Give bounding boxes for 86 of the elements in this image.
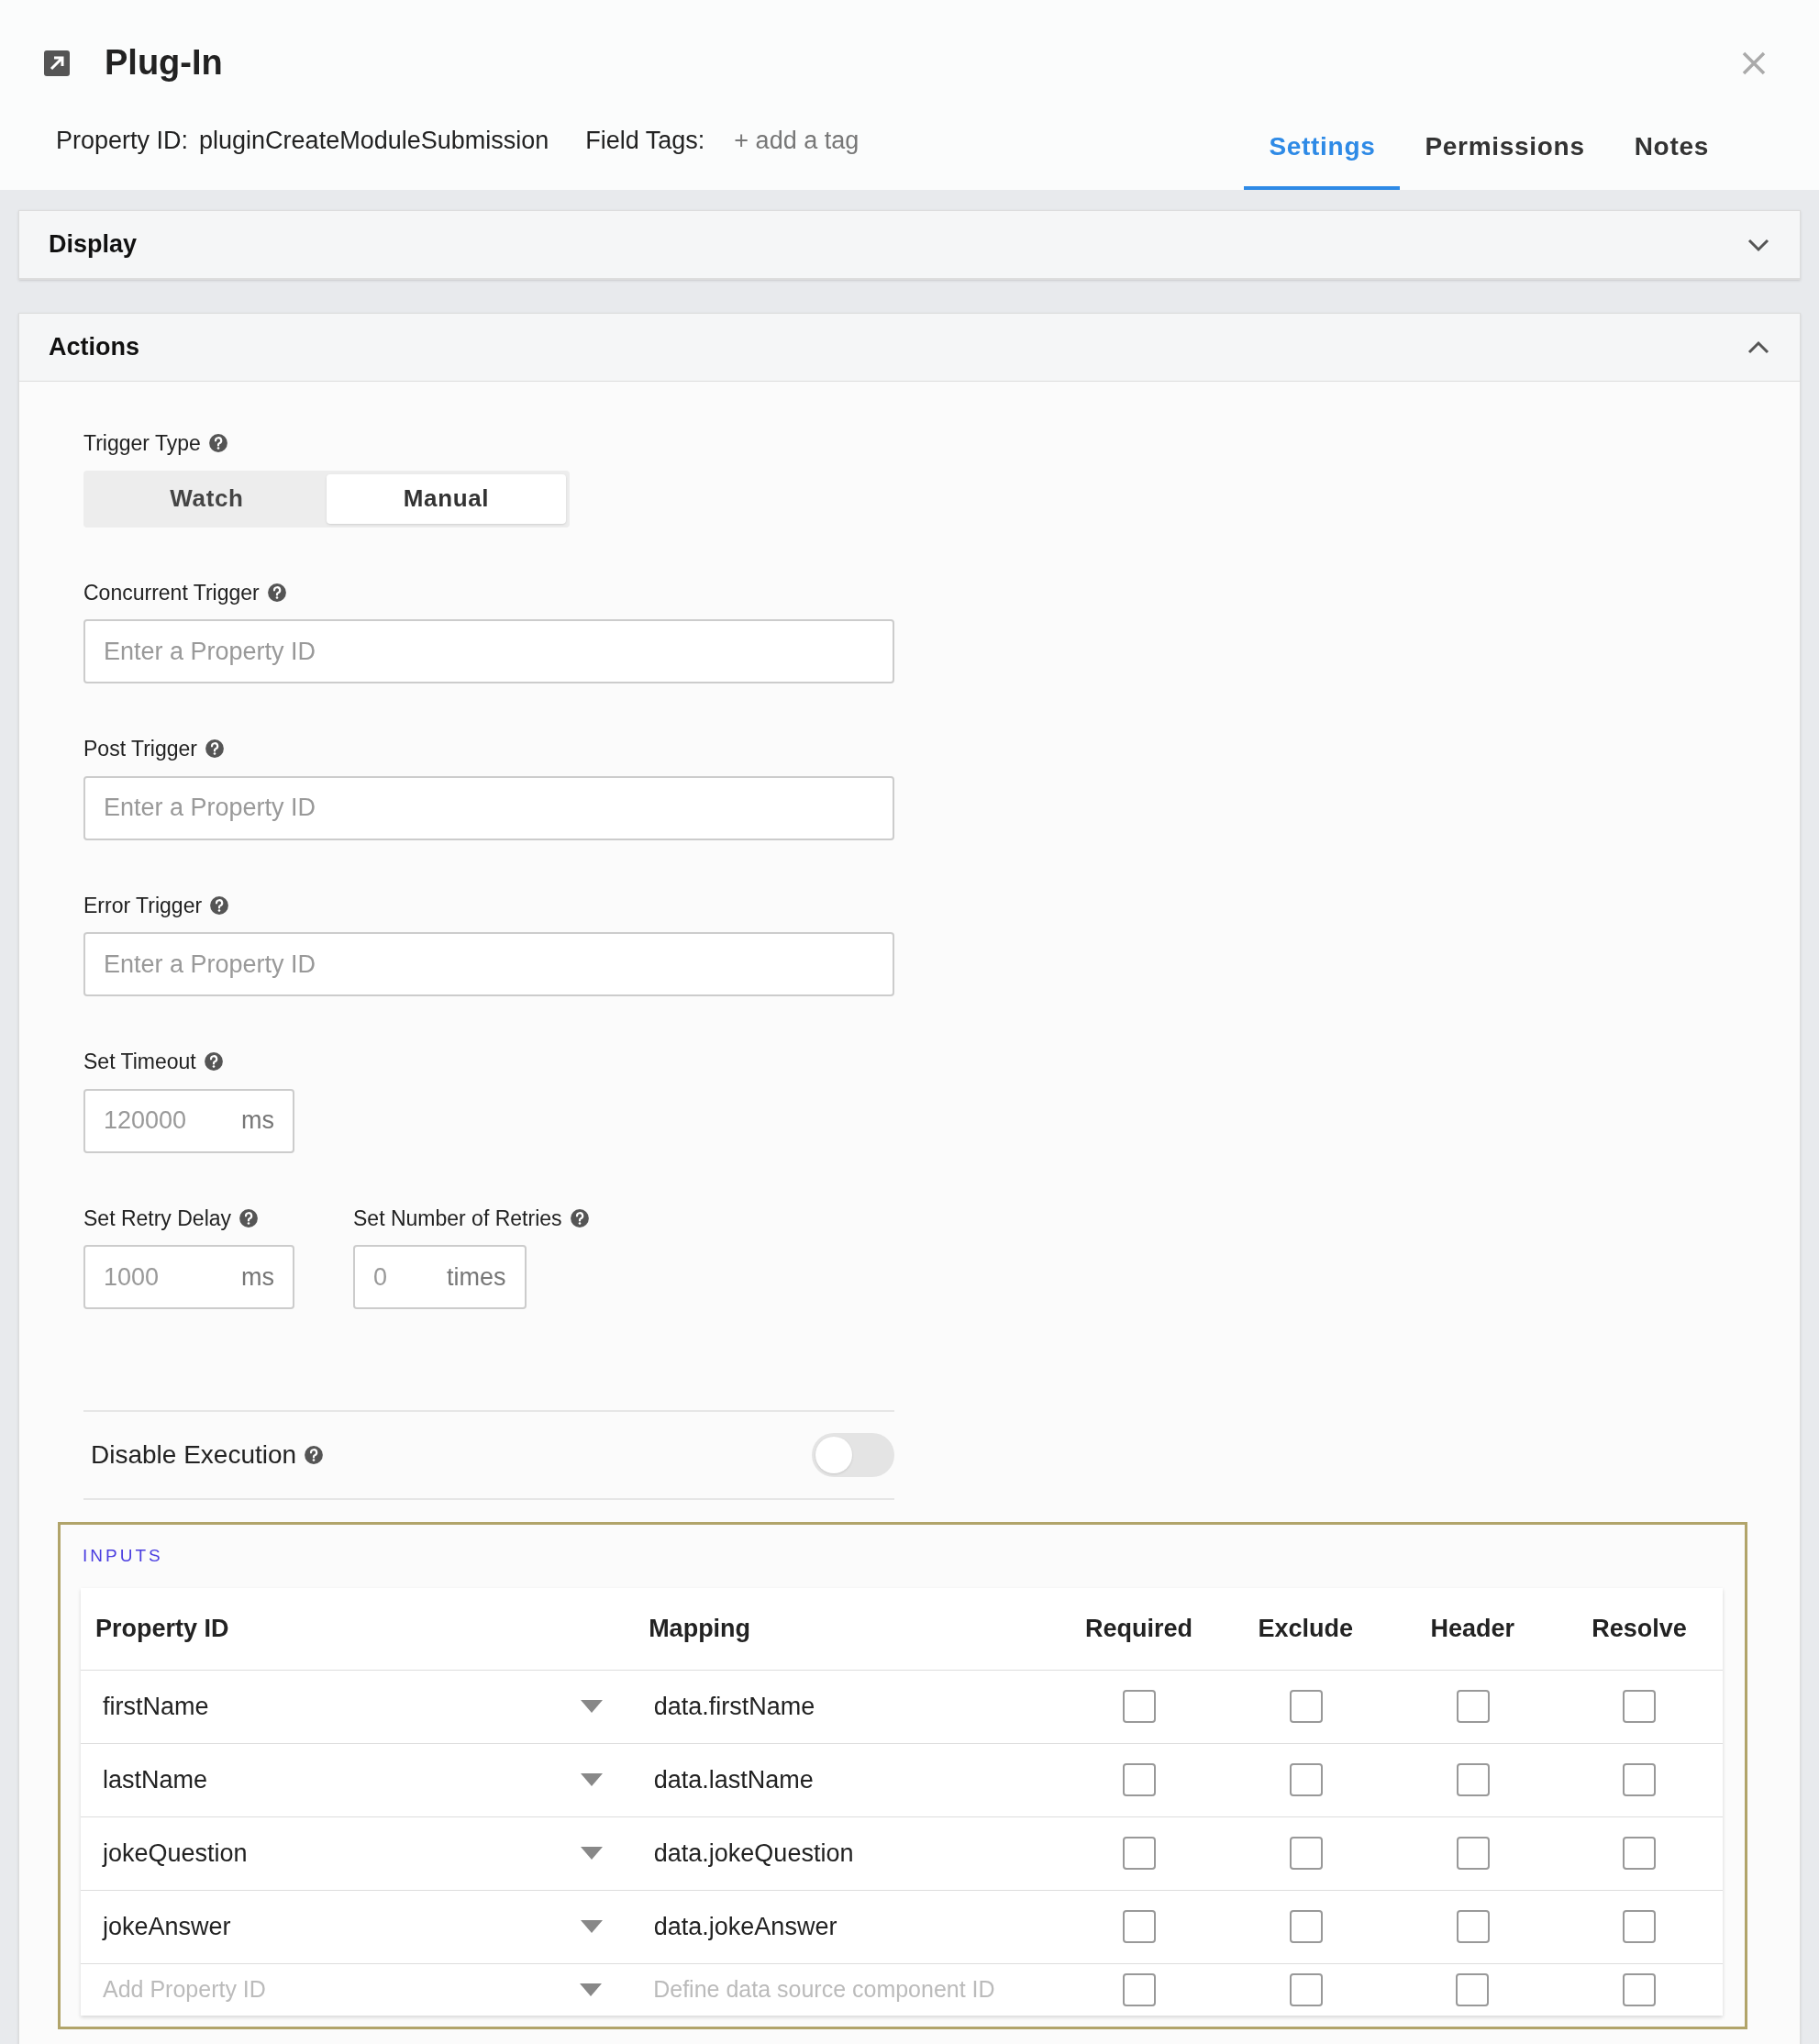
checkbox[interactable] [1456,1972,1490,2006]
help-icon[interactable] [569,1207,590,1228]
checkbox[interactable] [1623,1763,1657,1796]
chevron-down-icon[interactable] [1747,237,1770,252]
checkbox[interactable] [1623,1837,1657,1870]
checkbox[interactable] [1456,1910,1490,1943]
number-field[interactable]: 120000 ms [83,1088,294,1153]
column-header: Resolve [1591,1613,1688,1644]
number-input[interactable]: 0 [355,1247,447,1307]
field-label: Concurrent Trigger [83,579,260,606]
dropdown-caret-icon[interactable] [580,1847,603,1860]
checkbox[interactable] [1623,1910,1657,1943]
section-title: Actions [49,332,139,363]
column-header: Mapping [648,1613,752,1644]
checkbox[interactable] [1456,1763,1490,1796]
checkbox[interactable] [1456,1690,1490,1723]
checkbox[interactable] [1290,1763,1323,1796]
field-label: Set Timeout [83,1049,196,1075]
close-icon[interactable] [1742,50,1766,75]
help-icon[interactable] [203,1051,224,1072]
table-cell[interactable]: data.jokeAnswer [638,1907,1057,1946]
segment-tab[interactable]: Watch [87,473,327,524]
number-input[interactable]: 1000 [85,1247,241,1307]
help-icon[interactable] [209,894,230,916]
tab[interactable]: Notes [1609,107,1734,190]
dropdown-caret-icon[interactable] [580,1983,603,1996]
field-label: Post Trigger [83,736,197,762]
toggle-label: Disable Execution [91,1439,297,1471]
checkbox[interactable] [1123,1837,1157,1870]
field-label: Set Number of Retries [353,1205,562,1232]
help-icon[interactable] [238,1207,260,1228]
checkbox[interactable] [1290,1690,1323,1723]
checkbox[interactable] [1289,1972,1323,2006]
property-id-field[interactable]: Enter a Property ID [83,619,894,683]
property-id-field[interactable]: Add Property ID [88,1972,455,2007]
table-cell[interactable]: data.firstName [638,1687,1057,1726]
column-header: Required [1083,1613,1193,1644]
field-label: Set Retry Delay [83,1205,232,1232]
table-cell[interactable]: data.jokeQuestion [638,1834,1057,1872]
checkbox[interactable] [1123,1910,1157,1943]
number-input[interactable]: 120000 [85,1090,241,1151]
checkbox[interactable] [1123,1690,1157,1723]
checkbox[interactable] [1123,1972,1157,2006]
checkbox[interactable] [1290,1910,1323,1943]
column-header: Header [1429,1613,1515,1644]
unit-label: ms [241,1261,275,1293]
column-header: Property ID [94,1613,230,1644]
section-heading: INPUTS [83,1545,163,1567]
checkbox[interactable] [1290,1837,1323,1870]
dropdown-caret-icon[interactable] [580,1700,603,1713]
table-cell[interactable]: firstName [103,1687,209,1726]
property-id-field[interactable]: Enter a Property ID [83,932,894,996]
field-tags-label: Field Tags: [585,125,705,156]
dropdown-caret-icon[interactable] [580,1773,603,1786]
help-icon[interactable] [304,1445,325,1465]
help-icon[interactable] [205,739,225,760]
unit-label: times [447,1261,507,1293]
field-label: Error Trigger [83,892,203,919]
number-field[interactable]: 0 times [353,1245,527,1309]
property-id-value: pluginCreateModuleSubmission [199,125,549,156]
mapping-field[interactable]: Define data source component ID [638,1972,1057,2007]
property-id-label: Property ID: [56,125,189,156]
table-cell[interactable]: jokeAnswer [103,1907,231,1946]
help-icon[interactable] [207,433,228,454]
table-cell[interactable]: jokeQuestion [103,1834,248,1872]
chevron-up-icon[interactable] [1747,339,1770,355]
table-cell[interactable]: lastName [103,1761,208,1799]
property-id-field[interactable]: Enter a Property ID [83,775,894,840]
window-title: Plug-In [105,42,223,83]
segment-tab[interactable]: Manual [327,473,566,524]
tab[interactable]: Permissions [1400,107,1610,190]
number-field[interactable]: 1000 ms [83,1245,294,1309]
checkbox[interactable] [1623,1972,1657,2006]
checkbox[interactable] [1623,1690,1657,1723]
section-title: Display [49,229,138,261]
column-header: Exclude [1257,1613,1355,1644]
help-icon[interactable] [266,582,287,603]
add-tag-link[interactable]: + add a tag [734,121,860,159]
table-cell[interactable]: data.lastName [638,1761,1057,1799]
unit-label: ms [241,1105,275,1137]
toggle-switch[interactable] [812,1433,894,1477]
checkbox[interactable] [1456,1837,1490,1870]
accordion-header[interactable]: Display [19,211,1800,279]
field-label: Trigger Type [83,430,201,457]
checkbox[interactable] [1123,1763,1157,1796]
dropdown-caret-icon[interactable] [580,1920,603,1933]
